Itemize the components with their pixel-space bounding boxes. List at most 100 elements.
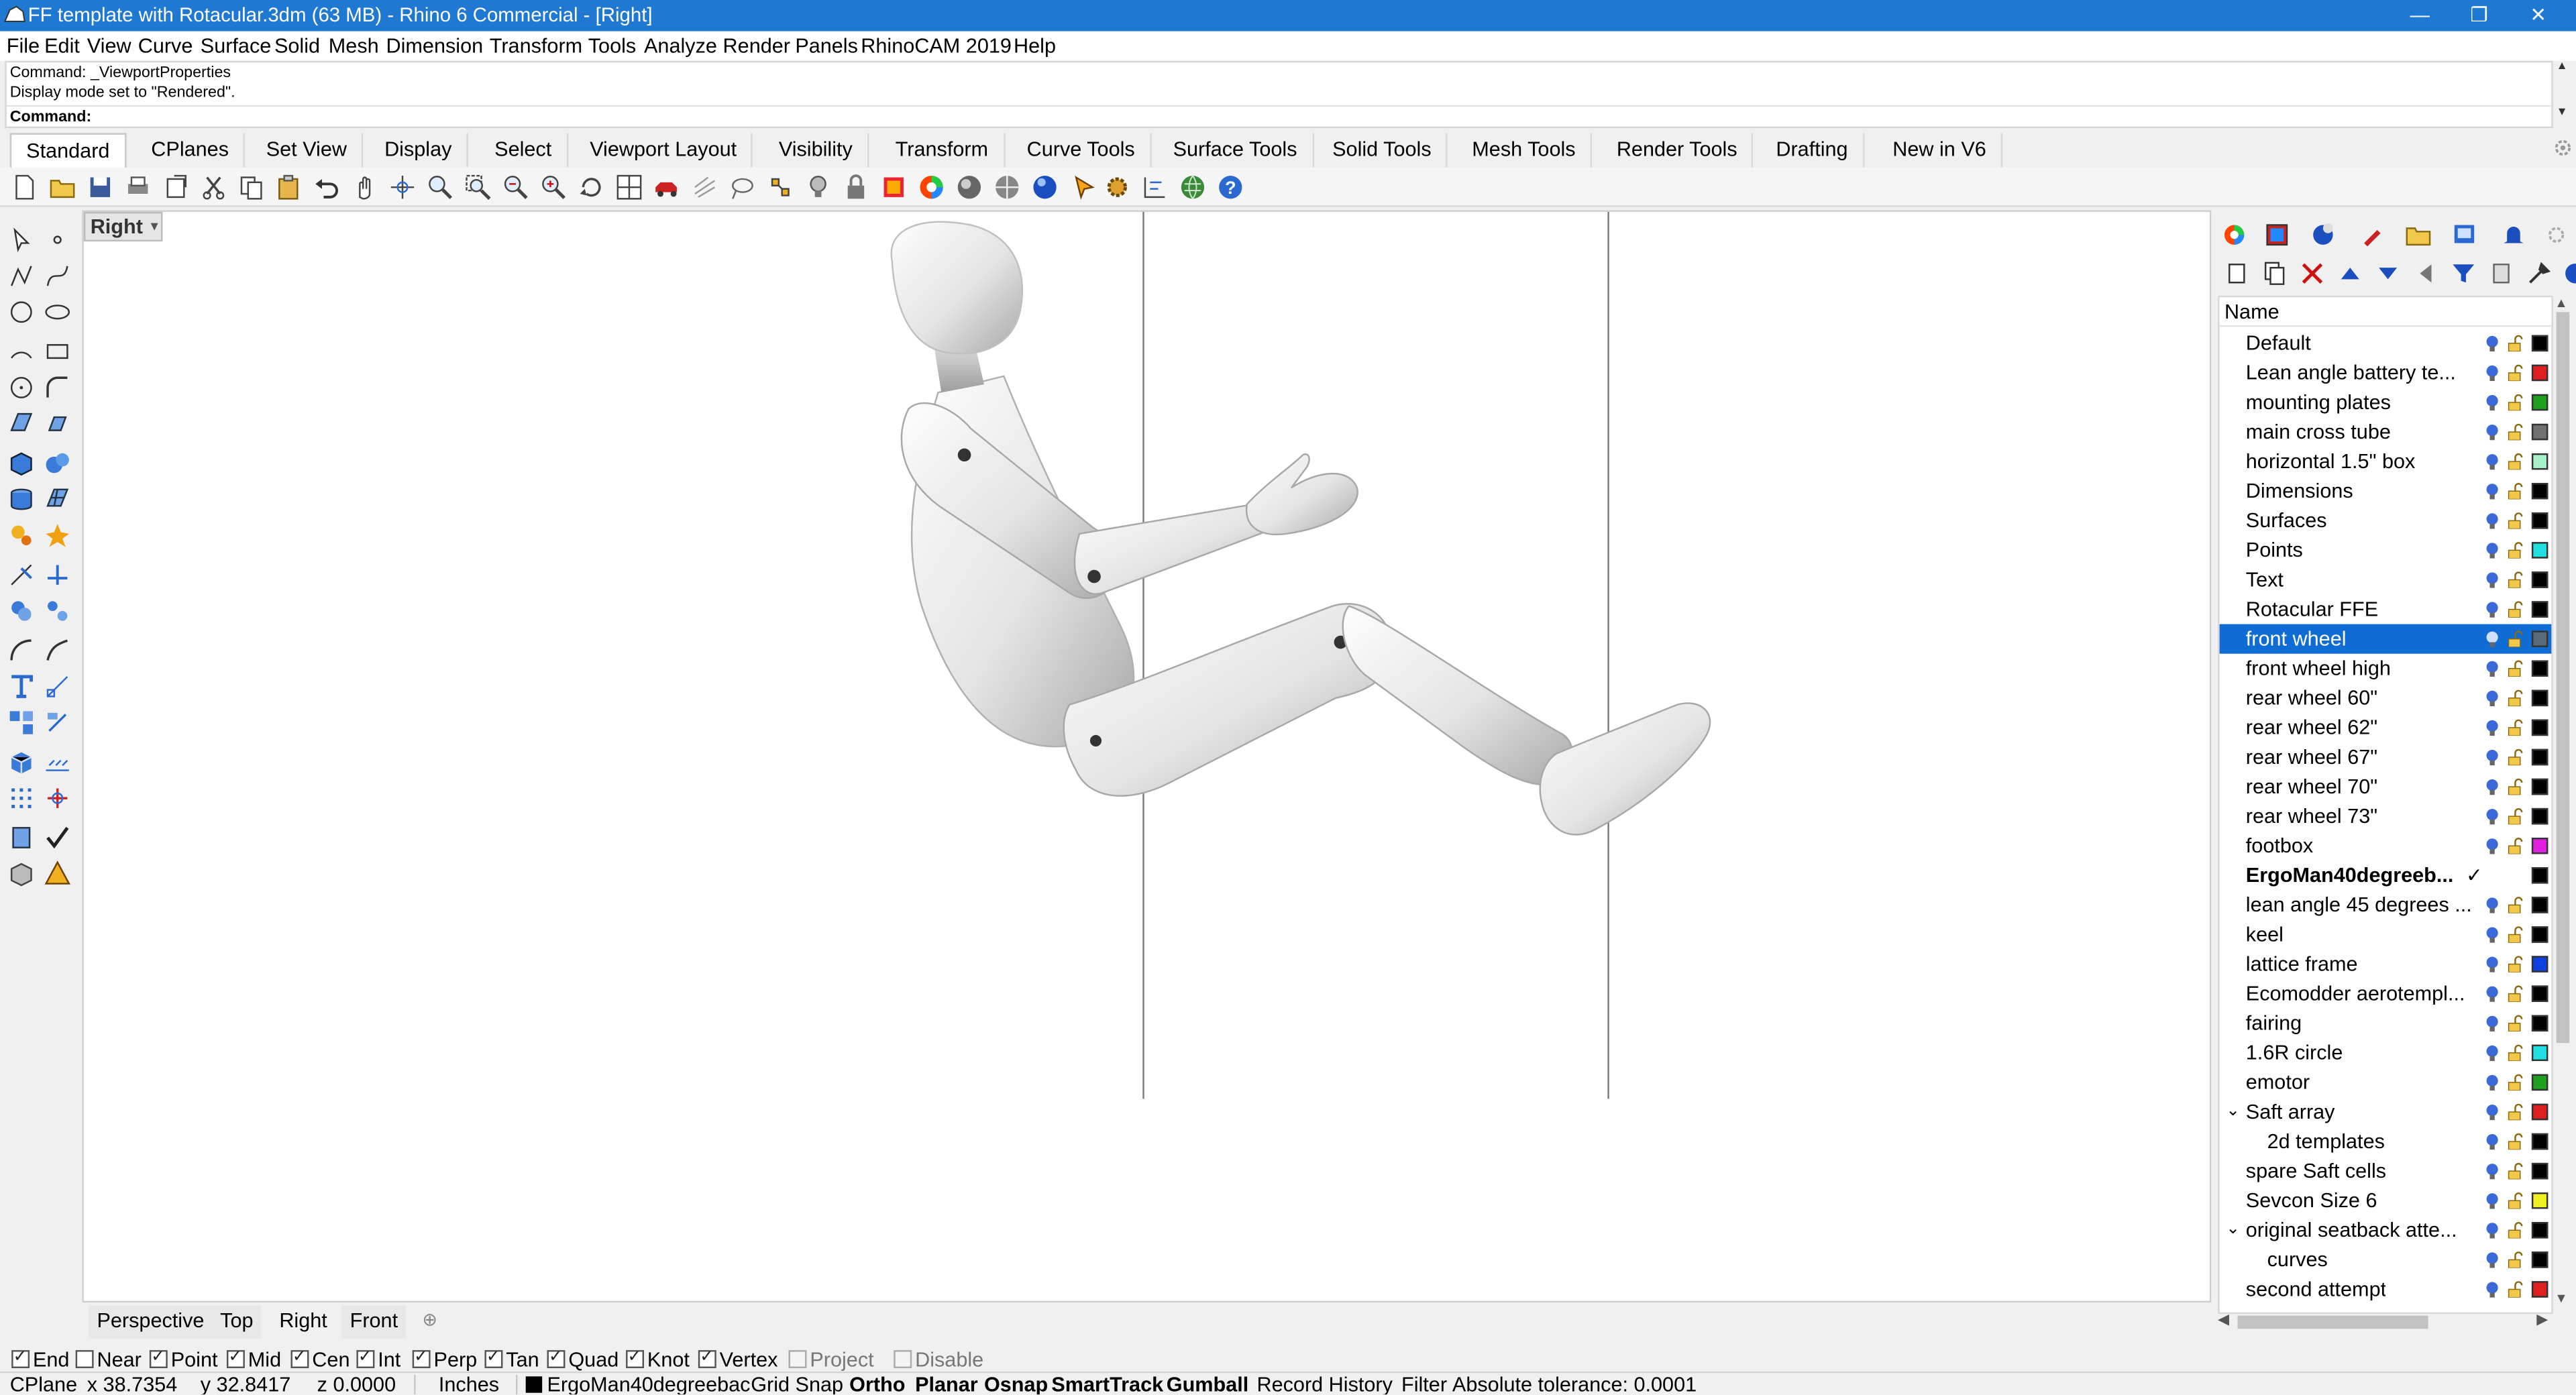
scroll-down-icon[interactable]: ▼ bbox=[2557, 107, 2568, 118]
tab-set-view[interactable]: Set View bbox=[252, 133, 364, 168]
curve-icon[interactable] bbox=[44, 263, 70, 289]
zoom-selected-icon[interactable] bbox=[541, 174, 567, 201]
layer-color-swatch[interactable] bbox=[2531, 394, 2548, 411]
close-button[interactable]: ✕ bbox=[2514, 0, 2563, 32]
osnap-disable[interactable]: Disable bbox=[894, 1349, 983, 1372]
lock-icon[interactable] bbox=[2507, 1222, 2523, 1239]
layer-row[interactable]: mounting plates bbox=[2220, 388, 2552, 417]
layer-name[interactable]: original seatback atte... bbox=[2246, 1215, 2457, 1245]
layer-row[interactable]: Points bbox=[2220, 535, 2552, 565]
layer-name[interactable]: lattice frame bbox=[2246, 950, 2358, 979]
chevron-down-icon[interactable]: ⌄ bbox=[2226, 1215, 2240, 1245]
checkbox[interactable] bbox=[75, 1350, 94, 1369]
layer-name[interactable]: rear wheel 73" bbox=[2246, 801, 2377, 831]
layer-name[interactable]: Saft array bbox=[2246, 1097, 2335, 1127]
ungroup-icon[interactable] bbox=[44, 598, 70, 624]
layer-color-swatch[interactable] bbox=[2531, 542, 2548, 559]
layer-row[interactable]: ⌄ Saft array bbox=[2220, 1097, 2552, 1127]
visibility-bulb-icon[interactable] bbox=[2485, 571, 2499, 588]
render-icon[interactable] bbox=[994, 174, 1020, 201]
visibility-bulb-icon[interactable] bbox=[2485, 1281, 2499, 1298]
array-icon[interactable] bbox=[8, 710, 34, 736]
layer-color-swatch[interactable] bbox=[2531, 453, 2548, 470]
layer-row[interactable]: second attempt bbox=[2220, 1274, 2552, 1304]
grid-icon[interactable] bbox=[692, 174, 718, 201]
visibility-bulb-icon[interactable] bbox=[2485, 335, 2499, 352]
scroll-down-icon[interactable]: ▼ bbox=[2555, 1291, 2567, 1306]
car-icon[interactable] bbox=[654, 174, 680, 201]
viewport-canvas[interactable] bbox=[84, 211, 2213, 1304]
osnap-near[interactable]: Near bbox=[75, 1349, 142, 1372]
osnap-tan[interactable]: Tan bbox=[484, 1347, 539, 1372]
visibility-bulb-icon[interactable] bbox=[2485, 365, 2499, 382]
layer-row[interactable]: spare Saft cells bbox=[2220, 1156, 2552, 1186]
tab-viewport-layout[interactable]: Viewport Layout bbox=[575, 133, 753, 168]
layer-row[interactable]: Default bbox=[2220, 329, 2552, 358]
menu-view[interactable]: View bbox=[87, 33, 131, 59]
layer-row[interactable]: Ecomodder aerotempl... bbox=[2220, 979, 2552, 1009]
layer-name[interactable]: Rotacular FFE bbox=[2246, 595, 2378, 624]
trim-icon[interactable] bbox=[8, 562, 34, 588]
tab-new-in-v6[interactable]: New in V6 bbox=[1878, 133, 2003, 168]
layer-name[interactable]: Dimensions bbox=[2246, 476, 2353, 506]
dimension-icon[interactable] bbox=[1142, 174, 1168, 201]
sphere-icon[interactable] bbox=[1032, 174, 1058, 201]
menu-solid[interactable]: Solid bbox=[274, 33, 320, 59]
point-icon[interactable] bbox=[44, 227, 70, 253]
layer-name[interactable]: keel bbox=[2246, 919, 2284, 949]
zoom-window-icon[interactable] bbox=[465, 174, 491, 201]
visibility-bulb-icon[interactable] bbox=[2485, 1074, 2499, 1091]
layer-color-swatch[interactable] bbox=[2531, 483, 2548, 500]
point-grid-icon[interactable] bbox=[8, 785, 34, 812]
lock-icon[interactable] bbox=[2507, 1103, 2523, 1121]
rotate-3d-icon[interactable] bbox=[578, 174, 604, 201]
dimension-icon[interactable] bbox=[44, 673, 70, 700]
layer-color-swatch[interactable] bbox=[2531, 719, 2548, 736]
filter-icon[interactable] bbox=[2451, 261, 2476, 286]
tab-cplanes[interactable]: CPlanes bbox=[136, 133, 246, 168]
layer-name-header[interactable]: Name bbox=[2219, 297, 2552, 327]
layer-name[interactable]: Default bbox=[2246, 329, 2311, 358]
layers-icon[interactable] bbox=[2264, 222, 2290, 248]
lock-icon[interactable] bbox=[2507, 601, 2523, 618]
lock-icon[interactable] bbox=[2507, 1281, 2523, 1298]
osnap-perp[interactable]: Perp bbox=[412, 1347, 477, 1372]
tab-select[interactable]: Select bbox=[480, 133, 568, 168]
layer-color-swatch[interactable] bbox=[2531, 335, 2548, 352]
color-wheel-icon[interactable] bbox=[918, 174, 945, 201]
polyline-icon[interactable] bbox=[8, 263, 34, 289]
layer-color-swatch[interactable] bbox=[2531, 1251, 2548, 1268]
viewport-title[interactable]: Right ▾ bbox=[83, 211, 163, 242]
layer-color-swatch[interactable] bbox=[2531, 601, 2548, 618]
menu-help[interactable]: Help bbox=[1014, 33, 1056, 59]
analyze-icon[interactable] bbox=[44, 710, 70, 736]
arc-icon[interactable] bbox=[8, 338, 34, 364]
gumball-icon[interactable] bbox=[44, 785, 70, 812]
lock-icon[interactable] bbox=[2507, 512, 2523, 529]
pointer-icon[interactable] bbox=[1071, 174, 1097, 201]
mesh-icon[interactable] bbox=[44, 486, 70, 512]
tab-surface-tools[interactable]: Surface Tools bbox=[1159, 133, 1314, 168]
layer-row[interactable]: Rotacular FFE bbox=[2220, 595, 2552, 624]
layer-name[interactable]: Surfaces bbox=[2246, 506, 2327, 535]
layer-row[interactable]: Lean angle battery te... bbox=[2220, 358, 2552, 388]
status-record-history[interactable]: Record History bbox=[1256, 1373, 1392, 1394]
layer-row[interactable]: Surfaces bbox=[2220, 506, 2552, 535]
lock-icon[interactable] bbox=[2507, 394, 2523, 411]
layer-name[interactable]: lean angle 45 degrees ... bbox=[2246, 890, 2472, 919]
tab-render-tools[interactable]: Render Tools bbox=[1602, 133, 1754, 168]
display-icon[interactable] bbox=[2451, 222, 2477, 248]
status-units[interactable]: Inches bbox=[439, 1373, 499, 1394]
osnap-end[interactable]: End bbox=[11, 1347, 69, 1372]
lock-icon[interactable] bbox=[2507, 778, 2523, 795]
osnap-int[interactable]: Int bbox=[356, 1347, 400, 1372]
visibility-bulb-icon[interactable] bbox=[2485, 1163, 2499, 1180]
lock-icon[interactable] bbox=[2507, 542, 2523, 559]
move-up-icon[interactable] bbox=[2338, 261, 2363, 286]
layer-name[interactable]: Lean angle battery te... bbox=[2246, 358, 2456, 388]
import-icon[interactable] bbox=[162, 174, 189, 201]
menu-curve[interactable]: Curve bbox=[138, 33, 193, 59]
menu-render[interactable]: Render bbox=[723, 33, 790, 59]
layer-row[interactable]: fairing bbox=[2220, 1009, 2552, 1038]
layer-name[interactable]: horizontal 1.5" box bbox=[2246, 447, 2416, 476]
